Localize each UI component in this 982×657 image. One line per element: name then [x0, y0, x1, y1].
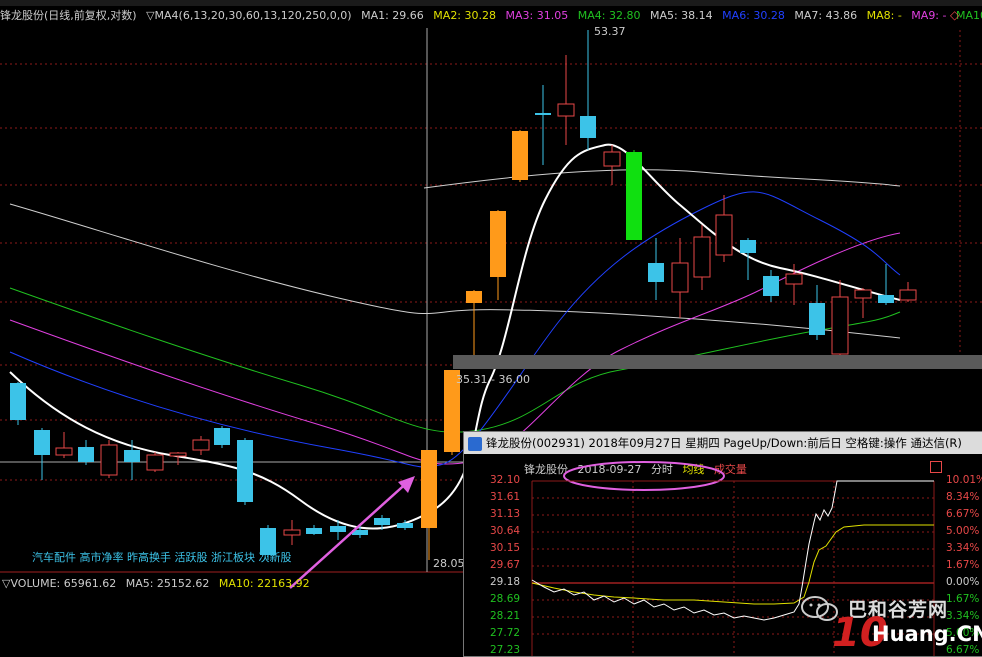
low-price-label: 28.05 — [433, 557, 465, 570]
candle-body[interactable] — [878, 295, 894, 303]
candle-body[interactable] — [512, 131, 528, 180]
candle-body[interactable] — [421, 450, 437, 528]
candle-body[interactable] — [330, 526, 346, 532]
candle-body[interactable] — [831, 296, 849, 355]
candle-body[interactable] — [214, 428, 230, 445]
expand-icon[interactable]: ◇ — [950, 8, 959, 22]
popup-price-tick: 30.64 — [490, 525, 521, 537]
ma1-value: MA1: 29.66 — [361, 9, 424, 22]
chart-title: 锋龙股份(日线,前复权,对数) — [0, 9, 137, 22]
candle-body[interactable] — [785, 273, 803, 285]
popup-pct-tick: 0.00% — [946, 576, 980, 588]
candle-body[interactable] — [671, 262, 689, 293]
candle-body[interactable] — [55, 447, 73, 456]
popup-pct-tick: 3.34% — [946, 542, 980, 554]
popup-price-tick: 29.18 — [490, 576, 521, 588]
popup-pct-tick: 6.67% — [946, 508, 980, 520]
candle-body[interactable] — [809, 303, 825, 335]
candle-body[interactable] — [715, 214, 733, 256]
volume-ma5: MA5: 25152.62 — [125, 577, 210, 590]
popup-pct-tick: 10.01% — [946, 474, 982, 486]
popup-price-tick: 27.72 — [490, 627, 521, 639]
candle-body[interactable] — [557, 103, 575, 117]
ma4-value: MA4: 32.80 — [577, 9, 641, 22]
candle-body[interactable] — [466, 291, 482, 303]
volume-header: ▽VOLUME: 65961.62 MA5: 25152.62 MA10: 22… — [2, 577, 316, 590]
popup-price-tick: 30.15 — [490, 542, 521, 554]
candle-body[interactable] — [100, 444, 118, 476]
candle-body[interactable] — [763, 276, 779, 296]
high-price-label: 53.37 — [594, 25, 626, 38]
popup-price-tick: 31.13 — [490, 508, 521, 520]
ma-params[interactable]: ▽MA4(6,13,20,30,60,13,120,250,0,0) — [146, 9, 352, 22]
candle-body[interactable] — [603, 151, 621, 167]
ma9-value: MA9: - — [911, 9, 947, 22]
ma6-value: MA6: 30.28 — [722, 9, 785, 22]
candle-body[interactable] — [648, 263, 664, 282]
candle-body[interactable] — [146, 454, 164, 471]
popup-price-tick: 32.10 — [490, 474, 521, 486]
volume-ma10: MA10: 22163.92 — [218, 577, 310, 590]
ma8-value: MA8: - — [866, 9, 902, 22]
candle-body[interactable] — [34, 430, 50, 455]
popup-pct-tick: 8.34% — [946, 491, 980, 503]
candle-body[interactable] — [374, 518, 390, 525]
candle-body[interactable] — [693, 236, 711, 278]
candle-body[interactable] — [10, 383, 26, 420]
volume-value[interactable]: ▽VOLUME: 65961.62 — [2, 577, 116, 590]
candle-body[interactable] — [626, 152, 642, 240]
ma3-value: MA3: 31.05 — [505, 9, 569, 22]
popup-price-tick: 28.21 — [490, 610, 521, 622]
popup-price-tick: 29.67 — [490, 559, 521, 571]
popup-price-tick: 31.61 — [490, 491, 521, 503]
popup-pct-tick: 5.00% — [946, 525, 980, 537]
chart-header: 锋龙股份(日线,前复权,对数) ▽MA4(6,13,20,30,60,13,12… — [0, 8, 982, 24]
candle-body[interactable] — [124, 450, 140, 462]
candle-body[interactable] — [535, 113, 551, 115]
status-band — [453, 355, 982, 369]
candle-body[interactable] — [397, 523, 413, 528]
ma7-value: MA7: 43.86 — [794, 9, 858, 22]
candle-body[interactable] — [192, 439, 210, 451]
site-logo: 10 Huang.CN — [832, 610, 982, 656]
candle-body[interactable] — [580, 116, 596, 138]
logo-text: Huang.CN — [872, 622, 982, 646]
concept-tags: 汽车配件 高市净率 昨高换手 活跃股 浙江板块 次新股 — [32, 551, 292, 564]
candle-body[interactable] — [169, 452, 187, 457]
candle-body[interactable] — [78, 447, 94, 462]
candle-body[interactable] — [899, 289, 917, 301]
candle-body[interactable] — [490, 211, 506, 277]
popup-pct-tick: 1.67% — [946, 559, 980, 571]
candle-body[interactable] — [854, 289, 872, 299]
ma2-value: MA2: 30.28 — [433, 9, 497, 22]
popup-price-tick: 28.69 — [490, 593, 521, 605]
ma5-value: MA5: 38.14 — [649, 9, 713, 22]
popup-price-tick: 27.23 — [490, 644, 521, 656]
candle-body[interactable] — [740, 240, 756, 253]
ma10-value: MA10: - — [955, 9, 982, 22]
range-label: 35.31 - 36.00 — [456, 373, 530, 386]
candle-body[interactable] — [306, 528, 322, 534]
candle-body[interactable] — [283, 529, 301, 536]
candle-body[interactable] — [237, 440, 253, 502]
